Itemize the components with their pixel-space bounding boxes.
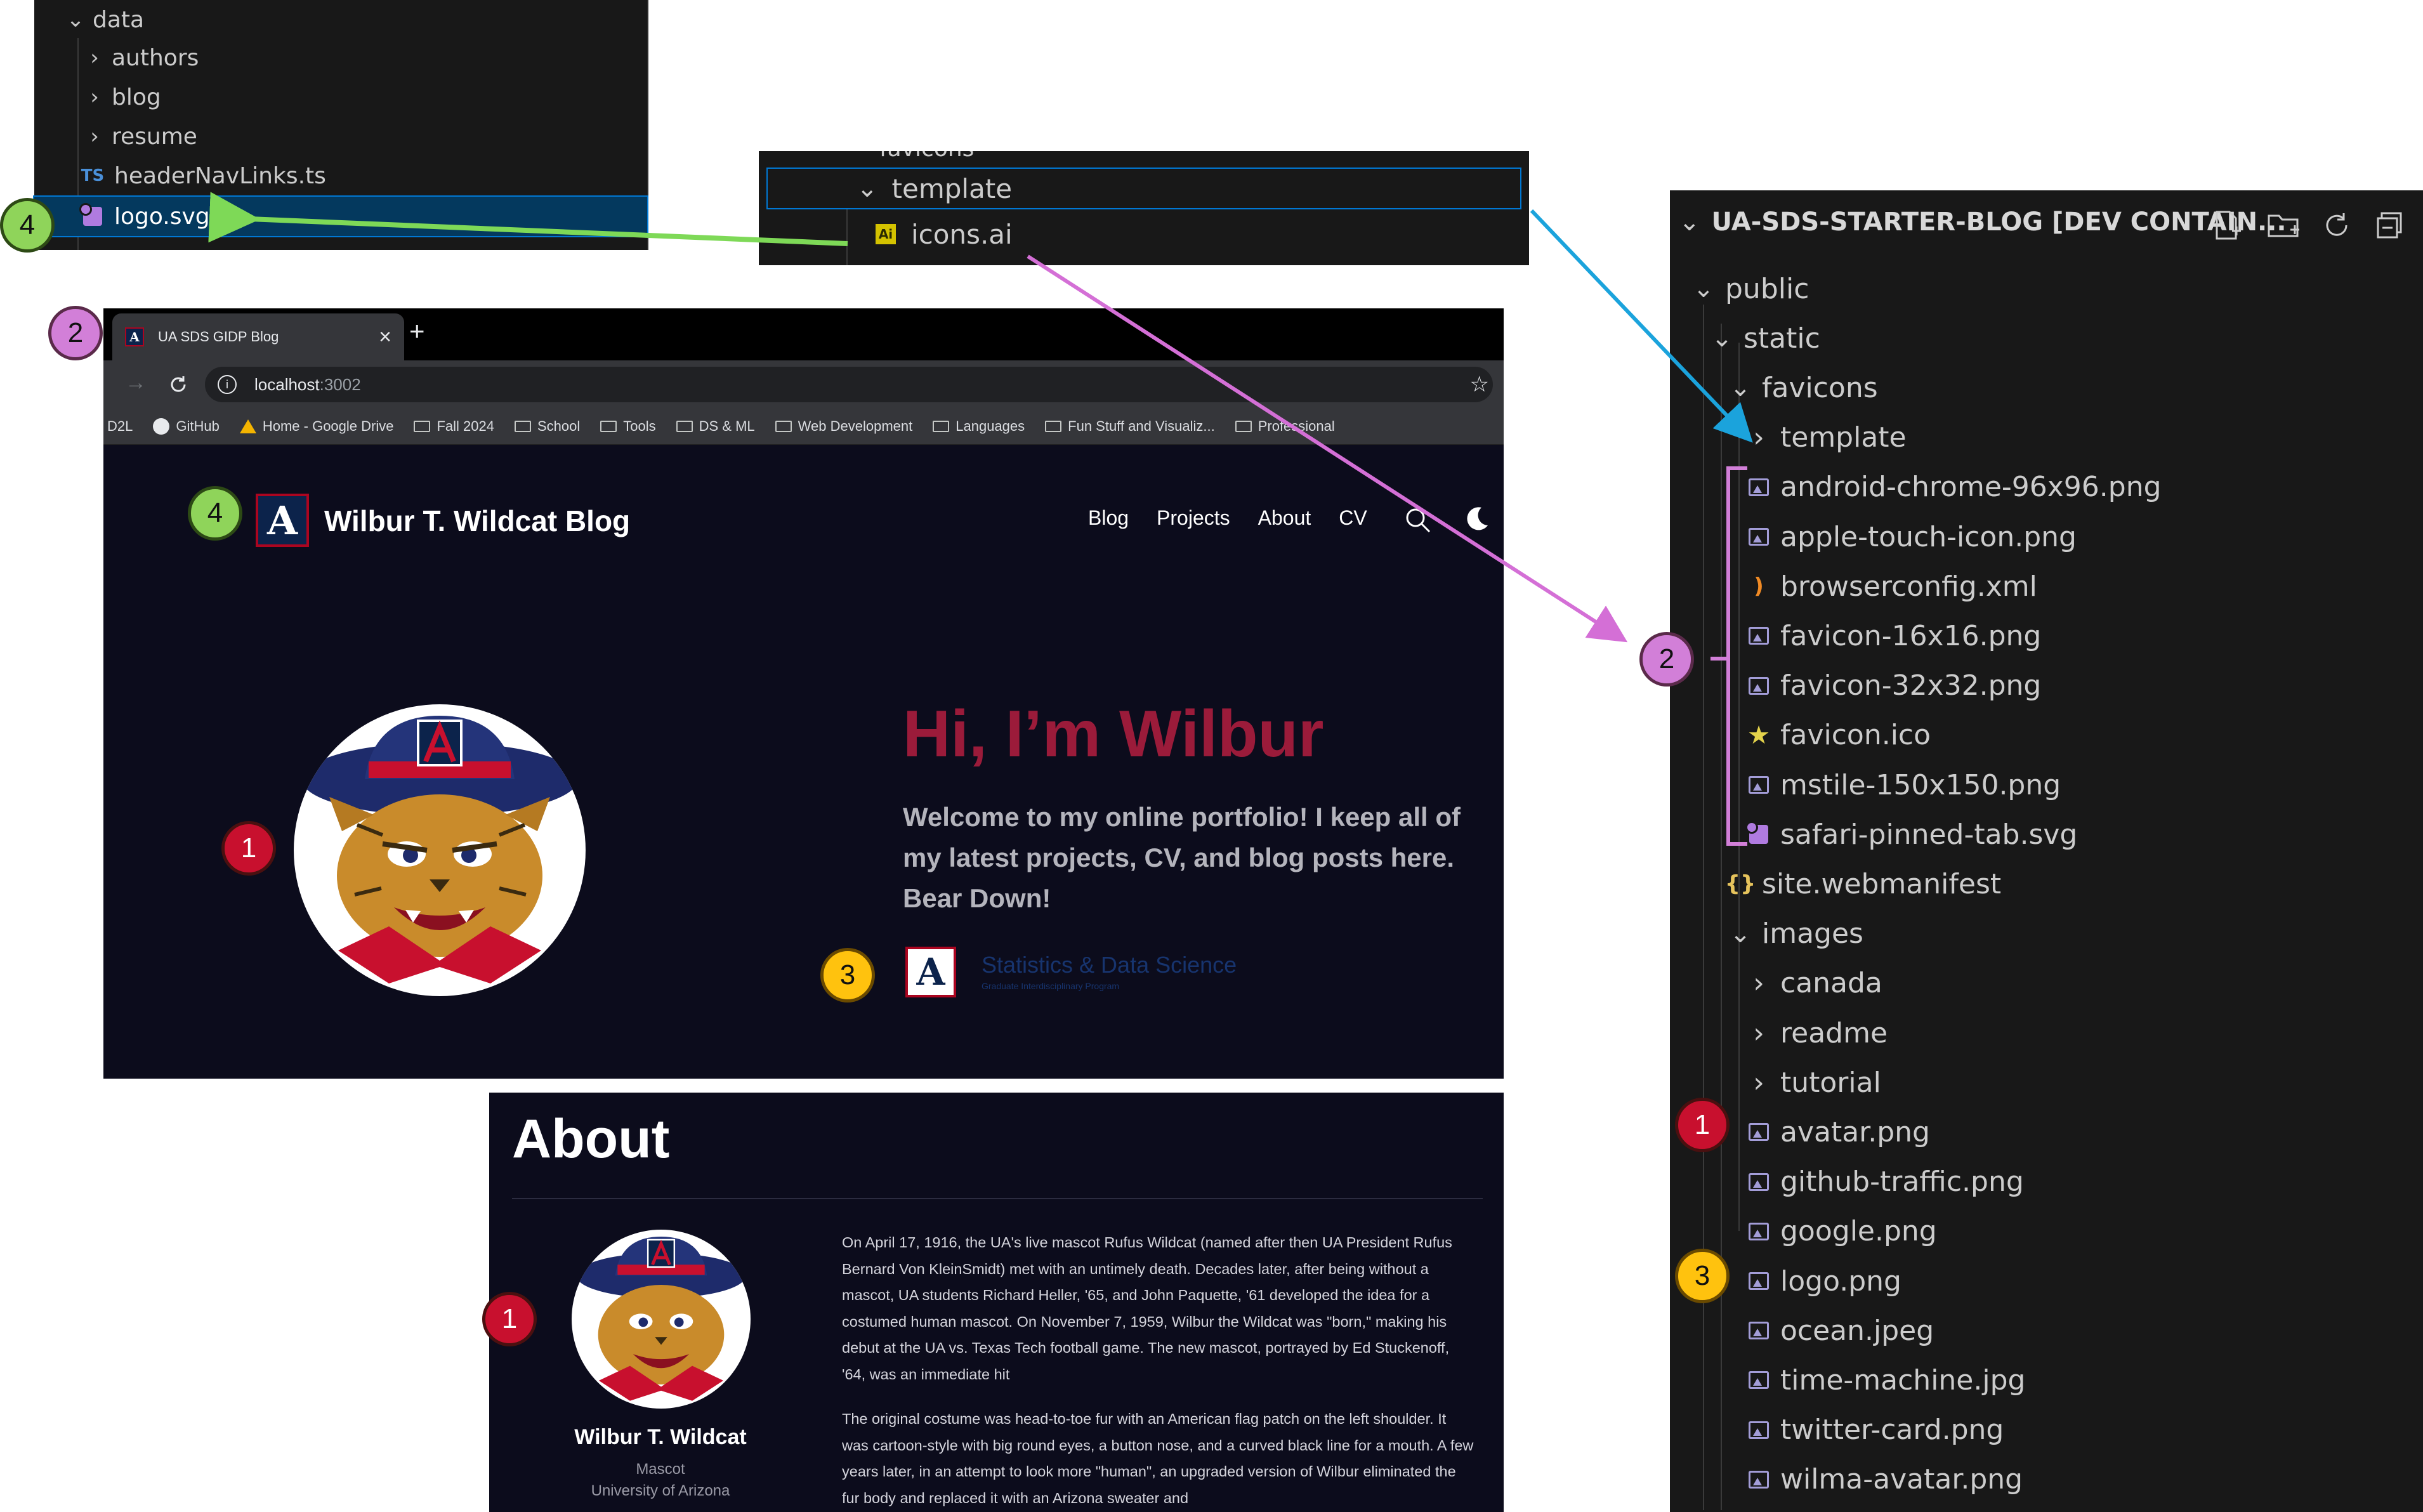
badge-4-explorer: 4: [0, 198, 55, 253]
badge-3-explorer: 3: [1675, 1249, 1730, 1303]
arrow-green: [208, 192, 848, 246]
badge-1-hero: 1: [221, 821, 276, 876]
arrow-pink: [1027, 254, 1628, 643]
badge-4-header: 4: [188, 486, 242, 541]
arrow-blue: [1530, 209, 1753, 443]
badge-2-explorer: 2: [1639, 632, 1694, 687]
badge-3-hero: 3: [820, 948, 875, 1003]
annotation-arrows: [208, 192, 1753, 846]
bracket-pink: [1711, 466, 1747, 846]
badge-2-browser: 2: [48, 306, 103, 360]
badge-1-explorer: 1: [1675, 1098, 1730, 1152]
badge-1-about: 1: [482, 1292, 537, 1346]
